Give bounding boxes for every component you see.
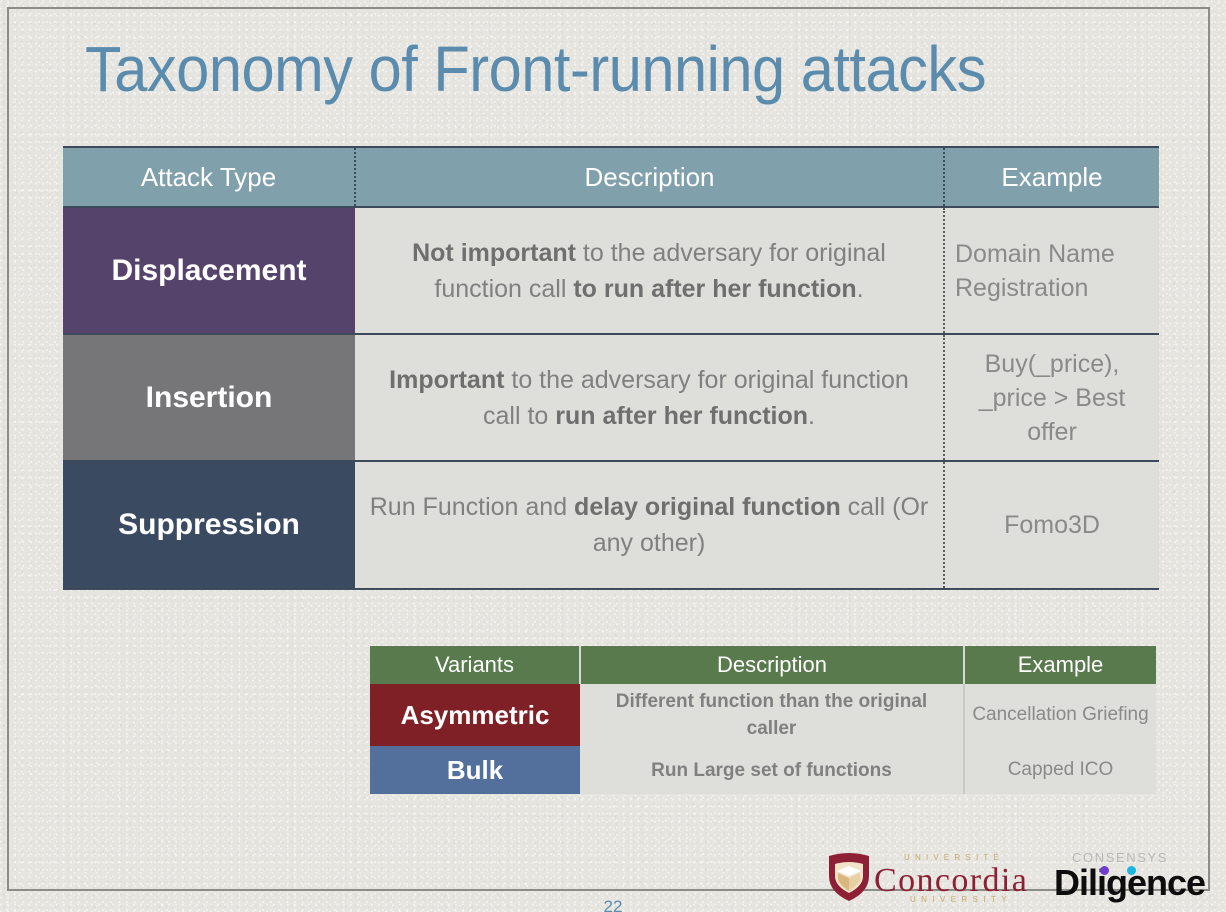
diligence-cyan-dot-icon — [1127, 866, 1136, 875]
table-header-row: Attack Type Description Example — [63, 146, 1159, 208]
attack-type-insertion: Insertion — [63, 333, 355, 462]
example-suppression: Fomo3D — [943, 460, 1159, 590]
table-row: Suppression Run Function and delay origi… — [63, 460, 1159, 590]
column-header-variant-description: Description — [579, 646, 964, 684]
table-row: Insertion Important to the adversary for… — [63, 333, 1159, 462]
description-displacement: Not important to the adversary for origi… — [355, 206, 944, 335]
description-insertion: Important to the adversary for original … — [355, 333, 944, 462]
variant-example-asymmetric: Cancellation Griefing — [964, 684, 1156, 746]
variant-description-bulk: Run Large set of functions — [580, 746, 965, 794]
desc-segment-bold: delay original function — [574, 493, 841, 521]
attack-type-displacement: Displacement — [63, 206, 355, 335]
concordia-universite-text: UNIVERSITÉ — [904, 853, 1005, 862]
variant-example-bulk: Capped ICO — [964, 746, 1156, 794]
variant-bulk: Bulk — [370, 746, 580, 794]
desc-segment-bold: Important — [389, 365, 505, 394]
description-suppression: Run Function and delay original function… — [355, 460, 944, 590]
example-insertion: Buy(_price), _price > Best offer — [943, 333, 1159, 462]
desc-segment-bold: to run after her function — [573, 274, 857, 303]
example-displacement: Domain Name Registration — [943, 206, 1159, 335]
desc-segment-plain: . — [856, 274, 864, 303]
attack-type-suppression: Suppression — [63, 460, 355, 590]
desc-segment-bold: Not important — [412, 238, 576, 267]
variants-row: Asymmetric Different function than the o… — [370, 684, 1156, 746]
variants-header-row: Variants Description Example — [370, 646, 1156, 684]
desc-segment-plain: Run Function and — [369, 493, 575, 521]
desc-segment-plain: . — [808, 401, 815, 430]
variant-description-asymmetric: Different function than the original cal… — [580, 684, 965, 746]
variants-row: Bulk Run Large set of functions Capped I… — [370, 746, 1156, 794]
column-header-description: Description — [354, 146, 944, 208]
desc-segment-bold: run after her function — [555, 401, 809, 430]
variants-table: Variants Description Example Asymmetric … — [370, 646, 1156, 794]
concordia-shield-icon — [829, 853, 869, 901]
column-header-example: Example — [943, 146, 1159, 208]
page-number: 22 — [603, 897, 623, 912]
table-row: Displacement Not important to the advers… — [63, 206, 1159, 335]
column-header-attack-type: Attack Type — [63, 146, 355, 208]
diligence-purple-dot-icon — [1100, 866, 1109, 875]
variant-asymmetric: Asymmetric — [370, 684, 580, 746]
page-title: Taxonomy of Front-running attacks — [85, 33, 987, 105]
attack-taxonomy-table: Attack Type Description Example Displace… — [63, 146, 1159, 590]
slide-canvas: Taxonomy of Front-running attacks Attack… — [0, 0, 1226, 912]
column-header-variants: Variants — [370, 646, 580, 684]
concordia-logo: UNIVERSITÉ Concordia UNIVERSITY — [826, 850, 1032, 904]
column-header-variant-example: Example — [963, 646, 1156, 684]
